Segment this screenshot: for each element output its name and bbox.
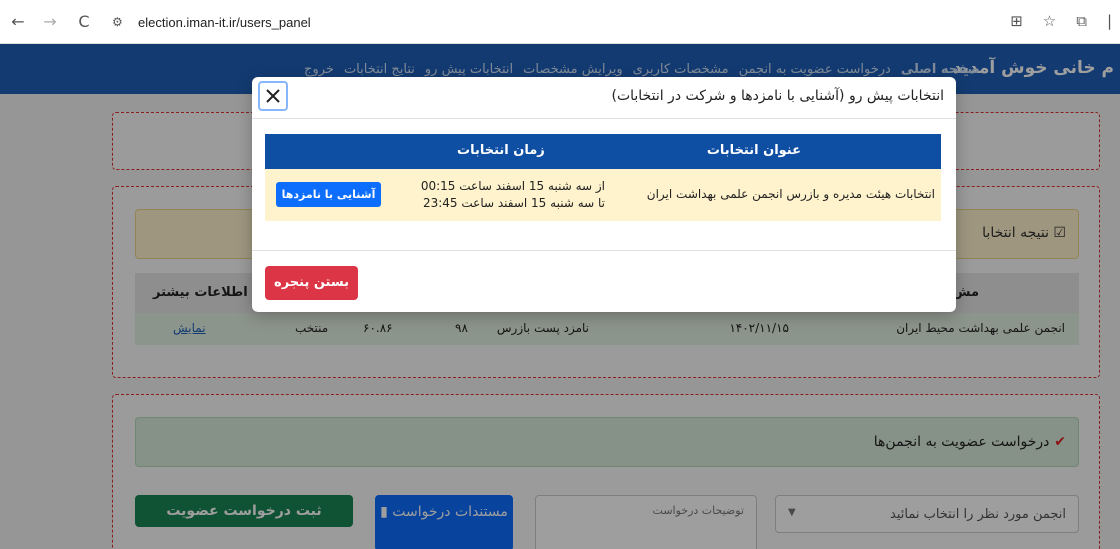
column-header-title: عنوان انتخابات bbox=[706, 143, 801, 158]
upcoming-elections-modal: انتخابات پیش رو (آشنایی با نامزدها و شرک… bbox=[252, 77, 956, 312]
election-time: از سه شنبه 15 اسفند ساعت 00:15 تا سه شنب… bbox=[405, 178, 605, 212]
back-arrow-icon[interactable]: ← bbox=[8, 12, 28, 32]
election-time-from: از سه شنبه 15 اسفند ساعت 00:15 bbox=[420, 179, 605, 193]
close-icon bbox=[266, 89, 280, 103]
bookmark-star-icon[interactable]: ☆ bbox=[1043, 12, 1056, 30]
address-bar[interactable]: ⚙ election.iman-it.ir/users_panel bbox=[104, 8, 1104, 38]
modal-header: انتخابات پیش رو (آشنایی با نامزدها و شرک… bbox=[252, 77, 956, 119]
browser-toolbar: ← → C ⚙ election.iman-it.ir/users_panel … bbox=[0, 0, 1120, 44]
forward-arrow-icon[interactable]: → bbox=[40, 12, 60, 32]
close-window-button[interactable]: بستن پنجره bbox=[265, 266, 358, 300]
modal-title: انتخابات پیش رو (آشنایی با نامزدها و شرک… bbox=[611, 88, 944, 104]
reload-icon[interactable]: C bbox=[74, 12, 94, 32]
divider: | bbox=[1106, 12, 1112, 30]
column-header-time: زمان انتخابات bbox=[457, 143, 545, 158]
modal-footer: بستن پنجره bbox=[252, 250, 956, 312]
election-title: انتخابات هیئت مدیره و بازرس انجمن علمی ب… bbox=[646, 187, 935, 201]
elections-table-header: عنوان انتخابات زمان انتخابات bbox=[265, 134, 941, 169]
url-text: election.iman-it.ir/users_panel bbox=[138, 15, 311, 30]
site-settings-icon[interactable]: ⚙ bbox=[112, 15, 123, 29]
election-time-to: تا سه شنبه 15 اسفند ساعت 23:45 bbox=[422, 196, 605, 210]
table-row: انتخابات هیئت مدیره و بازرس انجمن علمی ب… bbox=[265, 169, 941, 221]
meet-candidates-button[interactable]: آشنایی با نامزدها bbox=[276, 182, 381, 207]
close-button[interactable] bbox=[258, 81, 288, 111]
extensions-icon[interactable]: ⧉ bbox=[1076, 12, 1087, 30]
elections-table: عنوان انتخابات زمان انتخابات انتخابات هی… bbox=[265, 134, 941, 221]
translate-icon[interactable]: ⊞ bbox=[1010, 12, 1023, 30]
